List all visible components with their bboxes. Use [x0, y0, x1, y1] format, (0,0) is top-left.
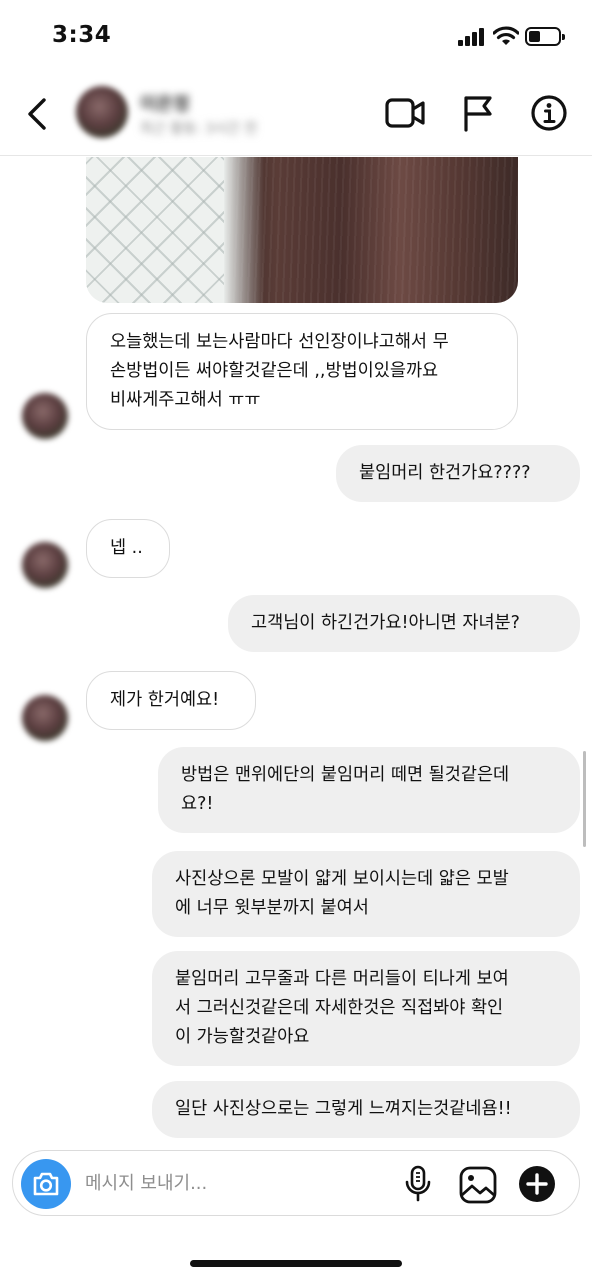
message-bubble-incoming[interactable]: 넵 .. [86, 519, 170, 578]
message-bubble-outgoing[interactable]: 붙임머리 고무줄과 다른 머리들이 티나게 보여 서 그러신것같은데 자세한것은… [152, 951, 580, 1066]
photo-hair [224, 157, 518, 303]
message-bubble-incoming[interactable]: 오늘했는데 보는사람마다 선인장이냐고해서 무 손방법이든 써야할것같은데 ,,… [86, 313, 518, 430]
camera-button[interactable] [21, 1159, 71, 1209]
back-icon[interactable] [22, 94, 54, 134]
info-icon[interactable] [530, 94, 568, 132]
flag-icon[interactable] [460, 94, 496, 132]
message-bubble-outgoing[interactable]: 일단 사진상으로는 그렇게 느껴지는것같네욤!! [152, 1081, 580, 1138]
gallery-icon[interactable] [458, 1165, 498, 1205]
message-thread[interactable]: 오늘했는데 보는사람마다 선인장이냐고해서 무 손방법이든 써야할것같은데 ,,… [0, 157, 592, 1147]
battery-icon [525, 27, 565, 46]
chat-header: 이은정 최근 활동: 3시간 전 [0, 76, 592, 156]
message-bubble-outgoing[interactable]: 방법은 맨위에단의 붙임머리 떼면 될것같은데 요?! [158, 747, 580, 833]
message-bubble-outgoing[interactable]: 사진상으론 모발이 얇게 보이시는데 얇은 모발 에 너무 윗부분까지 붙여서 [152, 851, 580, 937]
wifi-icon [493, 26, 519, 45]
contact-name[interactable]: 이은정 [140, 90, 190, 116]
status-time: 3:34 [52, 22, 112, 48]
message-input[interactable] [85, 1163, 385, 1203]
scrollbar[interactable] [583, 751, 586, 847]
photo-tile-floor [86, 157, 228, 303]
message-composer [12, 1150, 580, 1216]
battery-level [529, 31, 540, 42]
photo-message[interactable] [86, 157, 518, 303]
contact-avatar[interactable] [76, 86, 128, 138]
microphone-icon[interactable] [403, 1165, 433, 1203]
message-bubble-incoming[interactable]: 제가 한거예요! [86, 671, 256, 730]
add-icon[interactable] [518, 1165, 556, 1203]
sender-avatar[interactable] [22, 542, 68, 588]
status-bar: 3:34 [0, 0, 592, 76]
camera-icon [33, 1172, 59, 1196]
contact-status: 최근 활동: 3시간 전 [140, 121, 258, 137]
message-bubble-outgoing[interactable]: 고객님이 하긴건가요!아니면 자녀분? [228, 595, 580, 652]
home-indicator[interactable] [190, 1260, 402, 1267]
video-camera-icon[interactable] [384, 96, 426, 130]
sender-avatar[interactable] [22, 393, 68, 439]
message-bubble-outgoing[interactable]: 붙임머리 한건가요???? [336, 445, 580, 502]
sender-avatar[interactable] [22, 695, 68, 741]
cellular-signal-icon [458, 28, 486, 46]
